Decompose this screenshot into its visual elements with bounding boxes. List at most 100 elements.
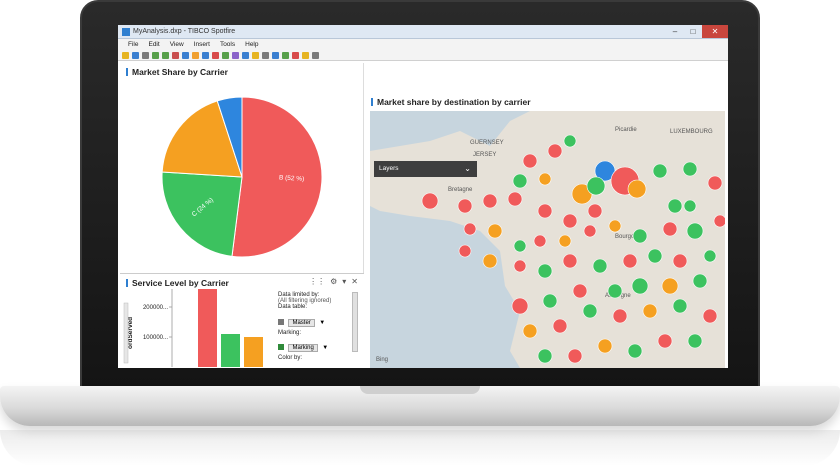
- map-bubble[interactable]: [567, 348, 583, 364]
- map-bubble[interactable]: [458, 244, 472, 258]
- map-bubble[interactable]: [683, 199, 697, 213]
- map-bubble[interactable]: [563, 134, 577, 148]
- map-bubble[interactable]: [421, 192, 439, 210]
- map-bubble[interactable]: [622, 253, 638, 269]
- minimize-button[interactable]: –: [666, 25, 684, 38]
- map-bubble[interactable]: [687, 333, 703, 349]
- text-area-icon[interactable]: [252, 51, 259, 59]
- map-bubble[interactable]: [702, 308, 718, 324]
- globe-icon[interactable]: [302, 51, 309, 59]
- cross-table-icon[interactable]: [272, 51, 279, 59]
- open-folder-icon[interactable]: [122, 51, 129, 59]
- map-bubble[interactable]: [632, 228, 648, 244]
- map-bubble[interactable]: [631, 277, 649, 295]
- map-bubble[interactable]: [562, 213, 578, 229]
- map-bubble[interactable]: [512, 173, 528, 189]
- menu-insert[interactable]: Insert: [194, 41, 210, 48]
- map-bubble[interactable]: [537, 203, 553, 219]
- pie-slice-0[interactable]: [231, 96, 323, 258]
- map-bubble[interactable]: [533, 234, 547, 248]
- map-bubble[interactable]: [661, 277, 679, 295]
- map-bubble[interactable]: [522, 323, 538, 339]
- map-bubble[interactable]: [612, 308, 628, 324]
- map-bubble[interactable]: [682, 161, 698, 177]
- map-bubble[interactable]: [482, 253, 498, 269]
- map-bubble[interactable]: [607, 283, 623, 299]
- line-chart-icon[interactable]: [202, 51, 209, 59]
- graphical-table-icon[interactable]: [282, 51, 289, 59]
- map-bubble[interactable]: [652, 163, 668, 179]
- marking-selector[interactable]: Marking ▼: [278, 336, 358, 354]
- map-bubble[interactable]: [511, 297, 529, 315]
- map-bubble[interactable]: [662, 221, 678, 237]
- map-icon[interactable]: [232, 51, 239, 59]
- dropdown-icon[interactable]: ▾: [342, 277, 346, 286]
- maximize-button[interactable]: □: [684, 25, 702, 38]
- pie-chart-icon[interactable]: [212, 51, 219, 59]
- map-bubble[interactable]: [608, 219, 622, 233]
- filter-icon[interactable]: [172, 51, 179, 59]
- kpi-icon[interactable]: [292, 51, 299, 59]
- bar-D[interactable]: [244, 337, 263, 367]
- map-bubble[interactable]: [713, 214, 725, 228]
- map-bubble[interactable]: [582, 303, 598, 319]
- menu-help[interactable]: Help: [245, 41, 258, 48]
- menu-edit[interactable]: Edit: [148, 41, 159, 48]
- map-bubble[interactable]: [627, 343, 643, 359]
- bar-C[interactable]: [221, 334, 240, 367]
- map-bubble[interactable]: [647, 248, 663, 264]
- map-bubble[interactable]: [537, 348, 553, 364]
- y-scroll-slider[interactable]: [123, 302, 129, 364]
- close-button[interactable]: ✕: [702, 25, 728, 38]
- map-bubble[interactable]: [597, 338, 613, 354]
- pie-slice-1[interactable]: [161, 171, 243, 257]
- map-bubble[interactable]: [522, 153, 538, 169]
- close-icon[interactable]: ✕: [351, 277, 358, 286]
- map-bubble[interactable]: [482, 193, 498, 209]
- map-bubble[interactable]: [538, 172, 552, 186]
- map-bubble[interactable]: [707, 175, 723, 191]
- bar-chart-icon[interactable]: [192, 51, 199, 59]
- layers-dropdown[interactable]: Layers ⌄: [374, 161, 477, 177]
- heatmap-icon[interactable]: [262, 51, 269, 59]
- map-bubble[interactable]: [627, 179, 647, 199]
- print-icon[interactable]: [142, 51, 149, 59]
- map-canvas[interactable]: LUXEMBOURG GUERNSEY JERSEY Bretagne Picardie…: [370, 111, 725, 368]
- drag-handle-icon[interactable]: ⋮⋮: [309, 277, 325, 286]
- map-bubble[interactable]: [587, 203, 603, 219]
- map-bubble[interactable]: [513, 239, 527, 253]
- menu-file[interactable]: File: [128, 41, 138, 48]
- map-bubble[interactable]: [463, 222, 477, 236]
- map-bubble[interactable]: [542, 293, 558, 309]
- map-bubble[interactable]: [583, 224, 597, 238]
- map-bubble[interactable]: [572, 283, 588, 299]
- table-icon[interactable]: [182, 51, 189, 59]
- map-bubble[interactable]: [692, 273, 708, 289]
- map-bubble[interactable]: [592, 258, 608, 274]
- map-bubble[interactable]: [537, 263, 553, 279]
- map-bubble[interactable]: [686, 222, 704, 240]
- map-bubble[interactable]: [672, 253, 688, 269]
- settings-icon[interactable]: [312, 51, 319, 59]
- legend-scrollbar[interactable]: [352, 292, 358, 352]
- france-map[interactable]: LUXEMBOURG GUERNSEY JERSEY Bretagne Picardie…: [370, 111, 725, 368]
- data-table-selector[interactable]: Master ▼: [278, 311, 358, 329]
- map-bubble[interactable]: [487, 223, 503, 239]
- menu-tools[interactable]: Tools: [220, 41, 235, 48]
- gear-icon[interactable]: ⚙: [330, 277, 337, 286]
- map-bubble[interactable]: [586, 176, 606, 196]
- undo-icon[interactable]: [152, 51, 159, 59]
- map-bubble[interactable]: [657, 333, 673, 349]
- map-bubble[interactable]: [642, 303, 658, 319]
- save-icon[interactable]: [132, 51, 139, 59]
- map-bubble[interactable]: [562, 253, 578, 269]
- map-bubble[interactable]: [507, 191, 523, 207]
- map-bubble[interactable]: [547, 143, 563, 159]
- redo-icon[interactable]: [162, 51, 169, 59]
- bar-B[interactable]: [198, 289, 217, 367]
- treemap-icon[interactable]: [242, 51, 249, 59]
- scatter-icon[interactable]: [222, 51, 229, 59]
- map-bubble[interactable]: [457, 198, 473, 214]
- menu-view[interactable]: View: [170, 41, 184, 48]
- map-bubble[interactable]: [558, 234, 572, 248]
